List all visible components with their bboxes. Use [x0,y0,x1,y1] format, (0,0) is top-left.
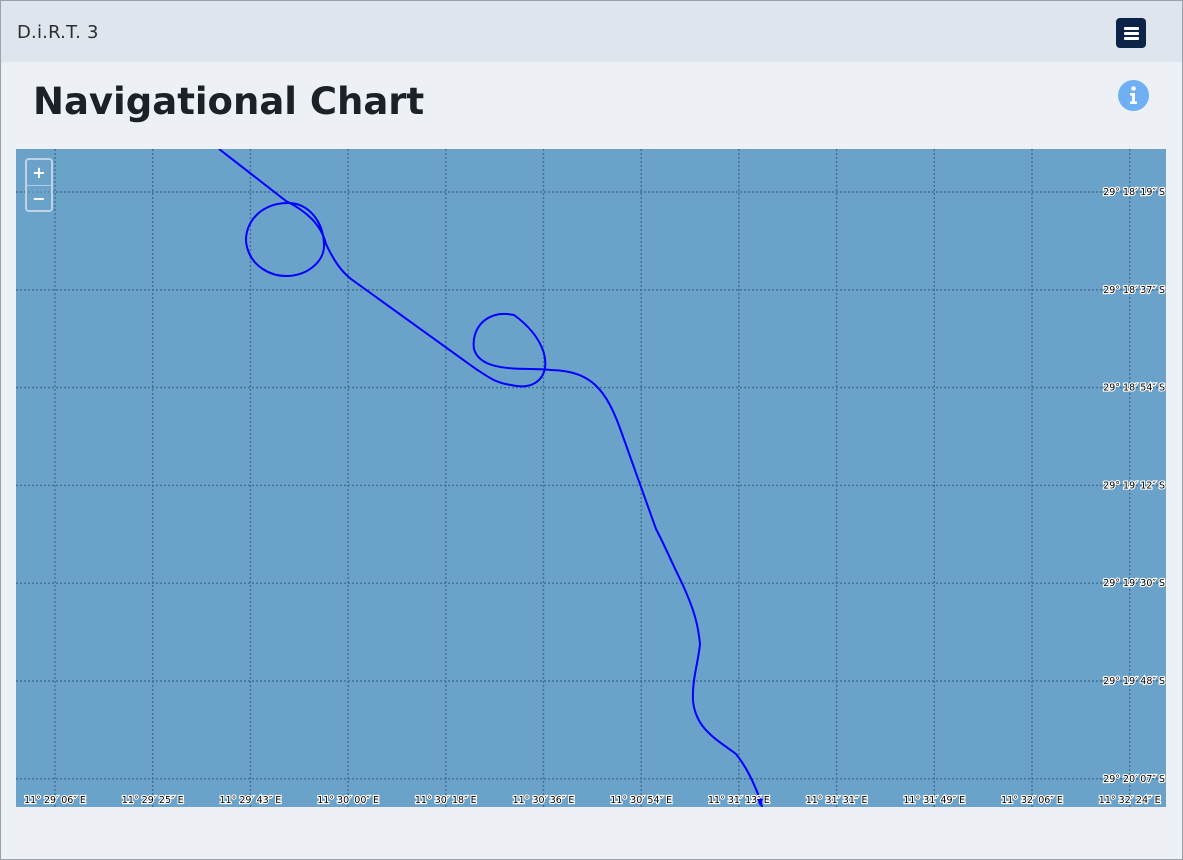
vessel-track-loop-1 [245,201,326,278]
longitude-label: 11° 29′ 43″ E [220,795,282,806]
latitude-label: 29° 18′ 54″ S [1103,383,1165,394]
longitude-label: 11° 30′ 00″ E [317,795,379,806]
longitude-label: 11° 30′ 18″ E [415,795,477,806]
longitude-label: 11° 32′ 06″ E [1001,795,1063,806]
navigational-map[interactable]: 11° 29′ 06″ E 11° 29′ 25″ E 11° 29′ 43″ E 1… [16,149,1166,807]
latitude-label: 29° 18′ 19″ S [1103,187,1165,198]
longitude-labels: 11° 29′ 06″ E 11° 29′ 25″ E 11° 29′ 43″ E 1… [23,794,1162,807]
longitude-label: 11° 31′ 49″ E [903,795,965,806]
latitude-label: 29° 19′ 48″ S [1103,676,1165,687]
page-title: Navigational Chart [33,80,425,123]
vessel-track-line [218,149,763,807]
latitude-label: 29° 20′ 07″ S [1103,774,1165,785]
longitude-label: 11° 29′ 25″ E [122,795,184,806]
zoom-control: + − [25,158,53,212]
brand-name[interactable]: D.i.R.T. 3 [17,22,99,43]
longitude-label: 11° 29′ 06″ E [24,795,86,806]
latitude-label: 29° 19′ 30″ S [1103,578,1165,589]
hamburger-menu-icon[interactable] [1116,18,1146,48]
longitude-label: 11° 30′ 36″ E [513,795,575,806]
info-icon[interactable] [1118,80,1149,111]
latitude-label: 29° 18′ 37″ S [1103,285,1165,296]
map-graticule [16,149,1166,807]
longitude-label: 11° 32′ 24″ E [1099,795,1161,806]
longitude-label: 11° 31′ 13″ E [708,795,770,806]
zoom-out-button[interactable]: − [27,186,51,211]
longitude-label: 11° 30′ 54″ E [610,795,672,806]
latitude-labels: 29° 18′ 19″ S 29° 18′ 37″ S 29° 18′ 54″ S 2… [1102,186,1166,786]
zoom-in-button[interactable]: + [27,160,51,186]
longitude-label: 11° 31′ 31″ E [806,795,868,806]
navbar: D.i.R.T. 3 [1,1,1182,62]
latitude-label: 29° 19′ 12″ S [1103,480,1165,491]
